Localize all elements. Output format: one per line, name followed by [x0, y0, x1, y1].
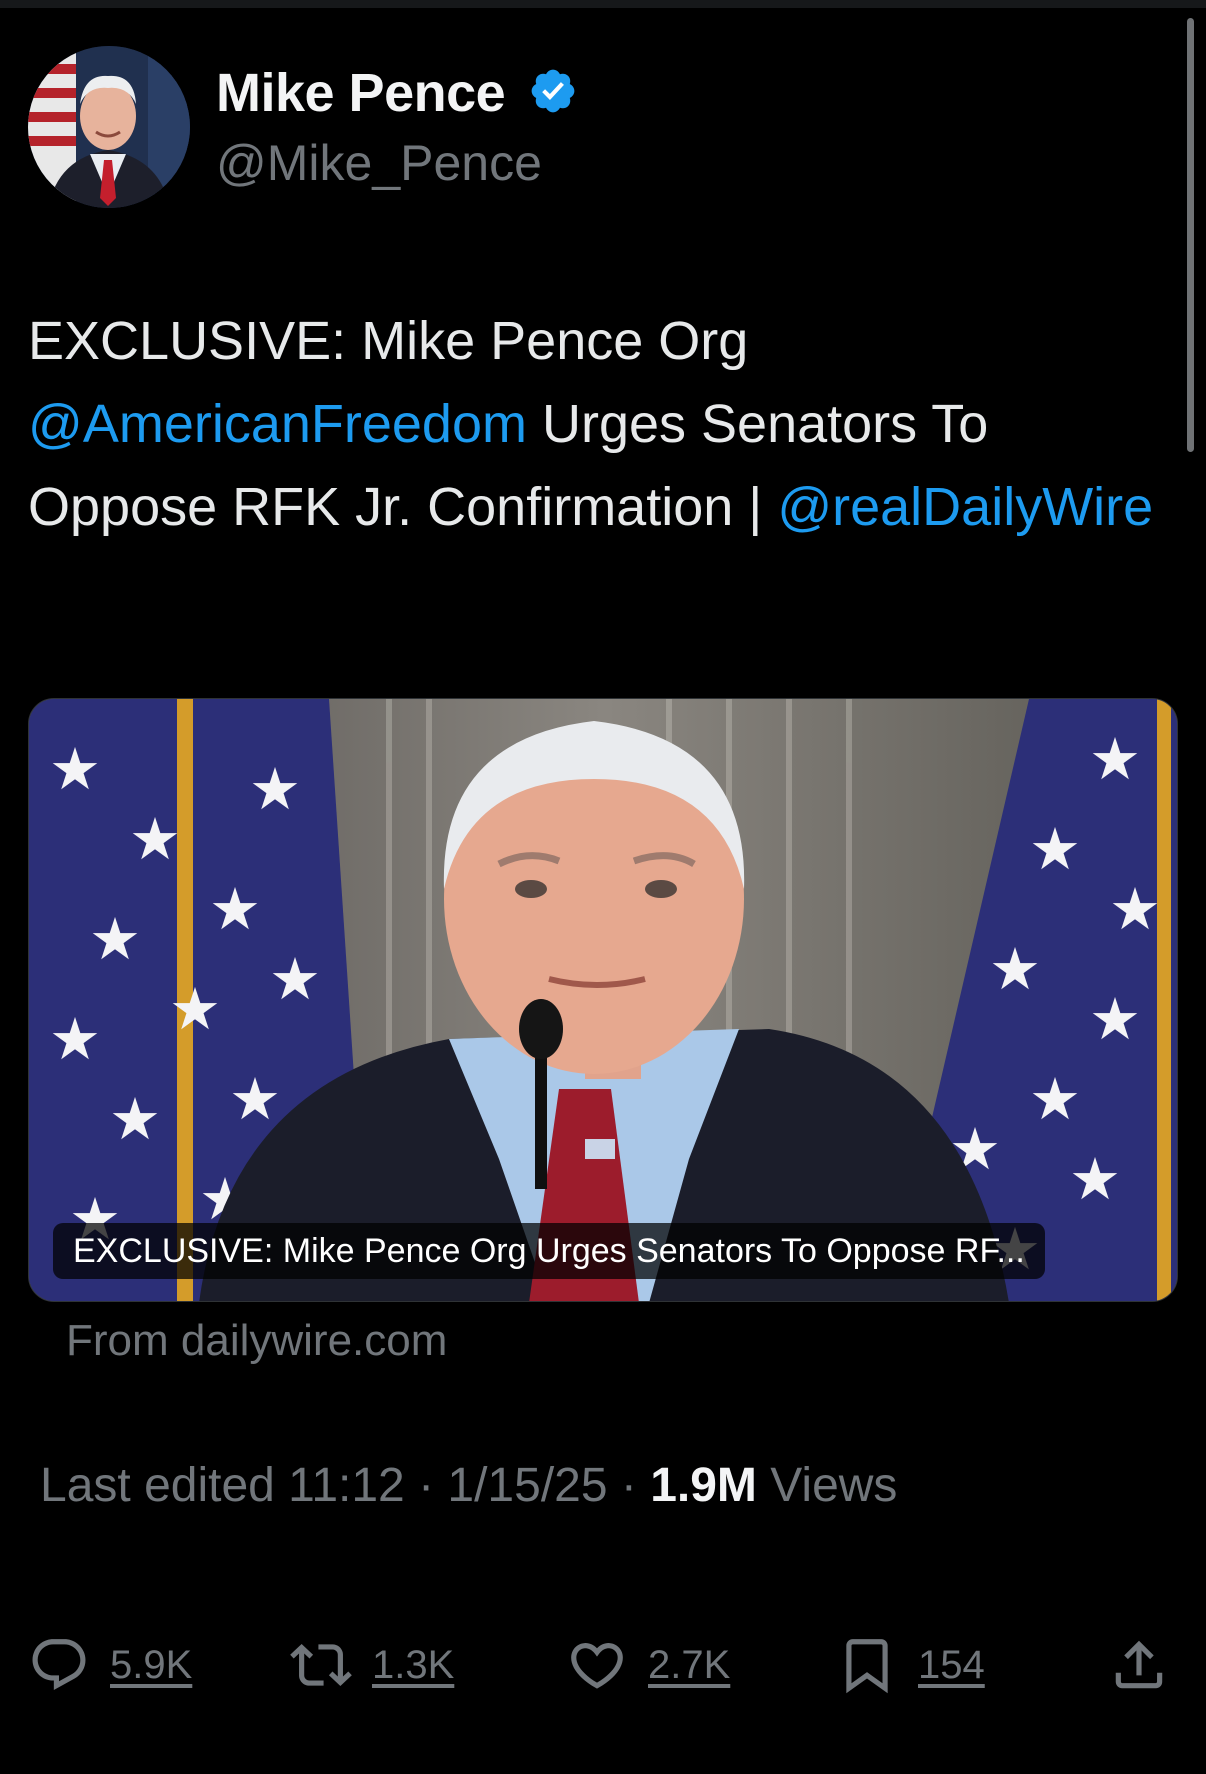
svg-text:★: ★ — [229, 1065, 281, 1133]
display-name[interactable]: Mike Pence — [216, 62, 506, 124]
verified-badge-icon[interactable] — [528, 66, 578, 116]
scrollbar[interactable] — [1187, 18, 1194, 452]
like-count[interactable]: 2.7K — [648, 1643, 730, 1688]
views-count: 1.9M — [650, 1459, 757, 1512]
link-preview-card[interactable]: ★★★ ★★★ ★★★ ★★★ ★★★ ★★★ ★★★ EXCLUSIVE: — [28, 698, 1178, 1302]
reply-count[interactable]: 5.9K — [110, 1643, 192, 1688]
bookmark-icon — [846, 1639, 888, 1694]
svg-text:★: ★ — [49, 735, 101, 803]
svg-text:★: ★ — [209, 875, 261, 943]
svg-text:★: ★ — [169, 975, 221, 1043]
handle[interactable]: @Mike_Pence — [216, 134, 542, 192]
svg-text:★: ★ — [1029, 1065, 1081, 1133]
svg-text:★: ★ — [1089, 725, 1141, 793]
svg-text:★: ★ — [1069, 1145, 1121, 1213]
edited-timestamp[interactable]: Last edited 11:12 · 1/15/25 — [40, 1459, 608, 1512]
avatar-portrait-icon — [28, 46, 190, 208]
svg-text:★: ★ — [49, 1005, 101, 1073]
bookmark-button[interactable]: 154 — [836, 1630, 985, 1700]
action-bar: 5.9K 1.3K 2.7K 154 — [0, 1630, 1206, 1700]
repost-icon — [290, 1644, 352, 1686]
share-button[interactable] — [1108, 1630, 1170, 1700]
card-source[interactable]: From dailywire.com — [66, 1316, 447, 1366]
share-icon — [1115, 1640, 1163, 1689]
tweet-detail-page: Mike Pence @Mike_Pence EXCLUSIVE: Mike P… — [0, 0, 1206, 1774]
like-button[interactable]: 2.7K — [566, 1630, 730, 1700]
heart-icon — [571, 1643, 623, 1689]
svg-text:★: ★ — [1029, 815, 1081, 883]
avatar[interactable] — [28, 46, 190, 208]
svg-text:★: ★ — [109, 1085, 161, 1153]
tweet-meta: Last edited 11:12 · 1/15/25 · 1.9M Views — [40, 1458, 897, 1513]
mention-link[interactable]: @realDailyWire — [777, 477, 1153, 537]
svg-text:★: ★ — [1109, 875, 1161, 943]
top-divider — [0, 0, 1206, 8]
reply-icon — [32, 1639, 86, 1691]
article-photo: ★★★ ★★★ ★★★ ★★★ ★★★ ★★★ ★★★ — [29, 699, 1177, 1301]
views-label: Views — [756, 1459, 898, 1512]
svg-text:★: ★ — [89, 905, 141, 973]
svg-text:★: ★ — [249, 755, 301, 823]
repost-count[interactable]: 1.3K — [372, 1643, 454, 1688]
tweet-text-segment: EXCLUSIVE: Mike Pence Org — [28, 311, 749, 371]
repost-button[interactable]: 1.3K — [290, 1630, 454, 1700]
svg-text:★: ★ — [989, 935, 1041, 1003]
card-title[interactable]: EXCLUSIVE: Mike Pence Org Urges Senators… — [53, 1223, 1045, 1279]
bookmark-count[interactable]: 154 — [918, 1643, 985, 1688]
mention-link[interactable]: @AmericanFreedom — [28, 394, 527, 454]
tweet-text: EXCLUSIVE: Mike Pence Org @AmericanFreed… — [28, 300, 1168, 549]
meta-separator: · — [607, 1459, 651, 1512]
svg-text:★: ★ — [269, 945, 321, 1013]
svg-text:★: ★ — [1089, 985, 1141, 1053]
reply-button[interactable]: 5.9K — [28, 1630, 192, 1700]
svg-text:★: ★ — [129, 805, 181, 873]
